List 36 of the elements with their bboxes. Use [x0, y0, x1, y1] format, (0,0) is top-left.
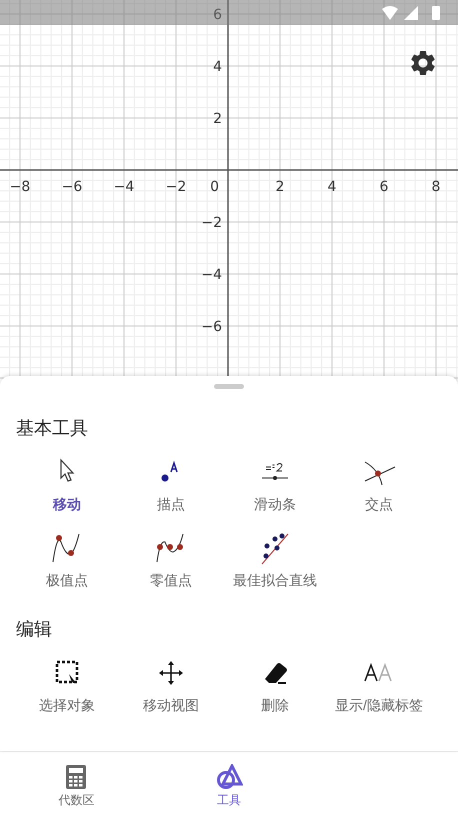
nav-tab[interactable]: 工具	[152, 752, 306, 820]
tool-button[interactable]: 最佳拟合直线	[223, 530, 327, 590]
axis-label: −2	[201, 215, 222, 231]
nav-tab[interactable]: 代数区	[0, 752, 153, 820]
tool-button[interactable]: 移动视图	[119, 655, 223, 715]
tool-button[interactable]: 极值点	[15, 530, 119, 590]
axis-label: 2	[213, 111, 222, 127]
axis-label: −8	[10, 179, 30, 195]
tool-button[interactable]: 删除	[223, 655, 327, 715]
axis-label: 2	[276, 179, 284, 195]
axis-label: −4	[114, 179, 134, 195]
section-title: 基本工具	[15, 417, 89, 441]
tool-button[interactable]: 显示/隐藏标签	[327, 655, 431, 715]
axis-label: 4	[213, 59, 222, 75]
tool-button[interactable]: 滑动条	[223, 454, 327, 514]
drag-handle[interactable]	[214, 384, 244, 389]
tool-button[interactable]: 移动	[15, 454, 119, 514]
axis-label: −4	[201, 267, 222, 283]
wifi-icon	[382, 6, 398, 20]
tool-button[interactable]: 描点	[119, 454, 223, 514]
battery-icon	[432, 6, 440, 20]
calculator-icon	[65, 764, 88, 790]
axis-label: 6	[213, 7, 222, 23]
axis-label: 0	[210, 179, 219, 195]
axis-label: −2	[166, 179, 186, 195]
signal-icon	[404, 6, 418, 20]
axis-label: 4	[328, 179, 336, 195]
axis-label: 6	[380, 179, 388, 195]
tool-button[interactable]: 零值点	[119, 530, 223, 590]
axis-label: −6	[201, 319, 222, 335]
tool-button[interactable]: 选择对象	[15, 655, 119, 715]
axis-label: 8	[432, 179, 440, 195]
tool-button[interactable]: 交点	[327, 454, 431, 514]
section-title: 编辑	[15, 618, 53, 642]
axis-label: −6	[62, 179, 82, 195]
shapes-icon	[214, 764, 243, 790]
